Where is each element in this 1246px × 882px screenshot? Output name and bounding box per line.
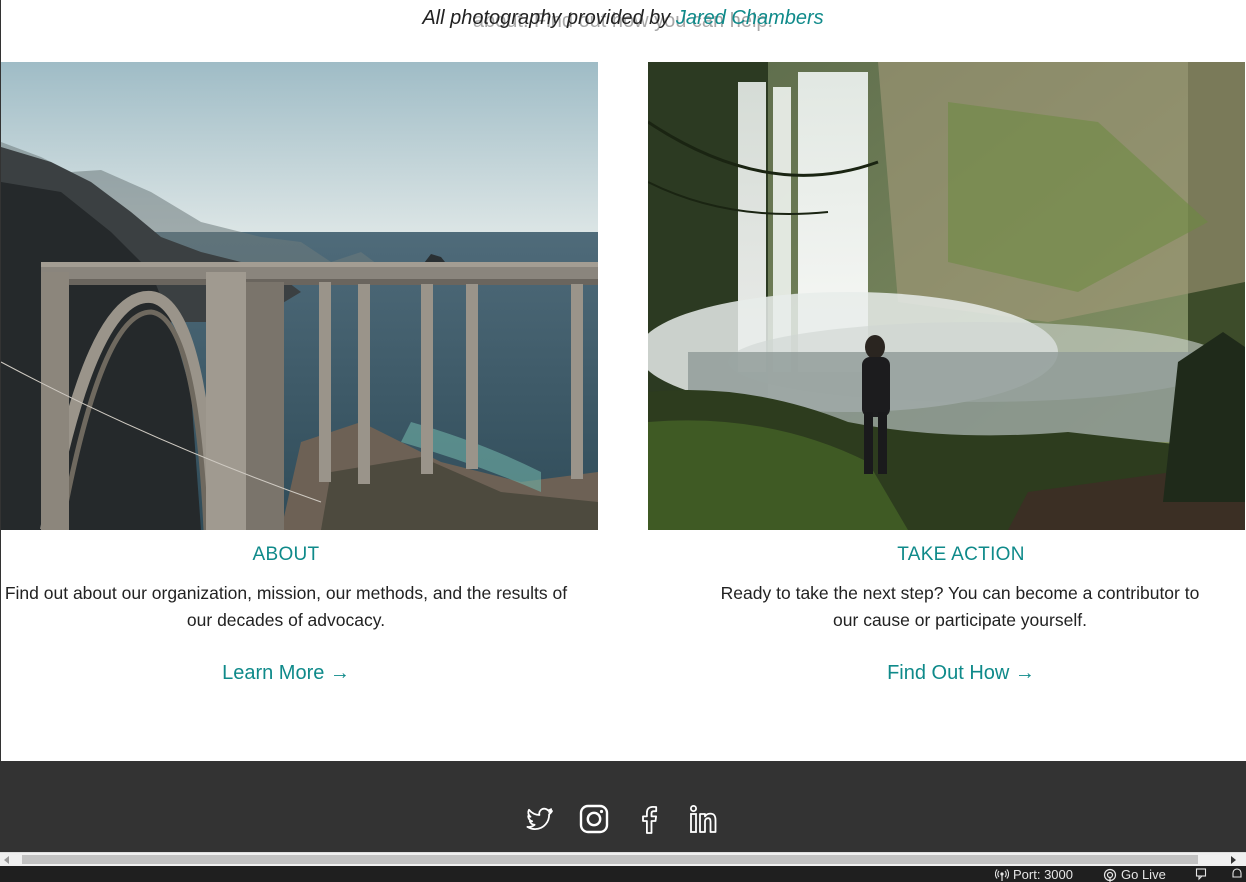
facebook-link[interactable] [633,802,665,836]
editor-status-bar: Port: 3000 Go Live [0,866,1246,882]
feedback-icon [1195,868,1207,881]
scroll-left-arrow-icon[interactable] [4,856,9,864]
instagram-icon [579,804,609,834]
twitter-icon [526,807,553,830]
twitter-link[interactable] [523,802,555,836]
social-links [523,802,720,836]
horizontal-scrollbar[interactable] [0,852,1246,866]
go-live-label: Go Live [1121,867,1166,882]
broadcast-icon [995,868,1009,881]
take-action-title: TAKE ACTION [897,544,1025,565]
port-status[interactable]: Port: 3000 [995,867,1073,882]
signal-icon [1103,868,1117,882]
port-label: Port: 3000 [1013,867,1073,882]
instagram-link[interactable] [578,802,610,836]
learn-more-link[interactable]: Learn More → [1,662,571,685]
photo-credit-prefix: All photography provided by [422,7,676,29]
linkedin-link[interactable] [688,802,720,836]
bell-icon [1232,868,1242,878]
take-action-text: Ready to take the next step? You can bec… [720,583,1200,630]
photo-credit: All photography provided by Jared Chambe… [0,6,1246,30]
linkedin-icon [690,805,717,833]
facebook-icon [642,806,658,834]
scroll-right-arrow-icon[interactable] [1231,856,1236,864]
bridge-photo [1,62,598,530]
feedback-status[interactable] [1195,867,1209,881]
waterfall-photo [648,62,1245,530]
scrollbar-thumb[interactable] [22,855,1198,864]
about-text: Find out about our organization, mission… [4,583,568,630]
notifications-status[interactable] [1230,867,1244,881]
find-out-how-link[interactable]: Find Out How → [676,662,1246,685]
photographer-link[interactable]: Jared Chambers [676,7,824,29]
about-title: ABOUT [252,544,320,565]
go-live-status[interactable]: Go Live [1103,867,1166,882]
